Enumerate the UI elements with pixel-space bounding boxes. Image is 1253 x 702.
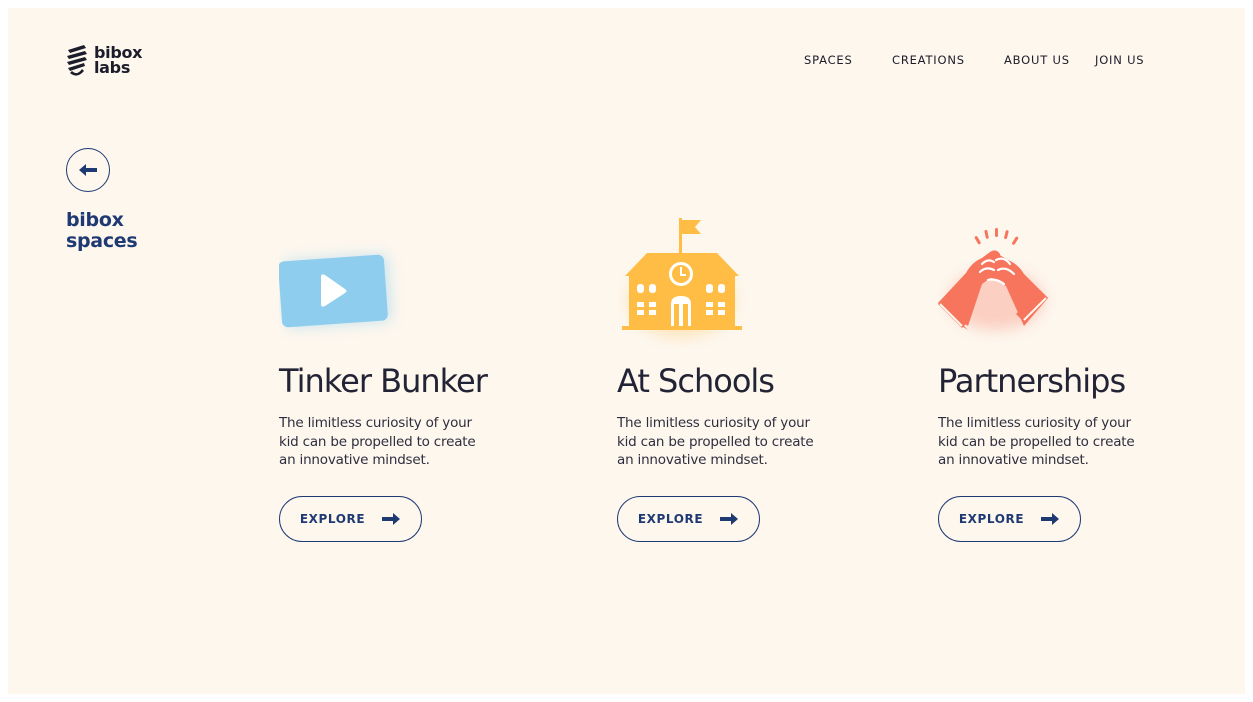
section-title: bibox spaces [66, 209, 138, 252]
card-description: The limitless curiosity of your kid can … [279, 415, 476, 468]
section-title-line-2: spaces [66, 230, 138, 252]
nav-spaces[interactable]: SPACES [804, 53, 853, 67]
main-nav: SPACES CREATIONS ABOUT US JOIN US [8, 53, 1245, 67]
arrow-right-icon [720, 513, 739, 525]
nav-join-us[interactable]: JOIN US [1095, 53, 1144, 67]
back-button[interactable] [66, 148, 110, 192]
card-description: The limitless curiosity of your kid can … [938, 415, 1135, 468]
arrow-left-icon [79, 164, 97, 176]
arrow-right-icon [1041, 513, 1060, 525]
nav-creations[interactable]: CREATIONS [892, 53, 965, 67]
arrow-right-icon [382, 513, 401, 525]
explore-button-at-schools[interactable]: EXPLORE [617, 496, 760, 542]
card-description: The limitless curiosity of your kid can … [617, 415, 814, 468]
explore-label: EXPLORE [637, 512, 704, 526]
explore-label: EXPLORE [299, 512, 366, 526]
page: bibox labs SPACES CREATIONS ABOUT US JOI… [8, 8, 1245, 694]
card-title: Tinker Bunker [279, 362, 488, 400]
explore-button-partnerships[interactable]: EXPLORE [938, 496, 1081, 542]
high-five-icon [938, 228, 1048, 330]
card-title: At Schools [617, 362, 775, 400]
nav-about-us[interactable]: ABOUT US [1004, 53, 1070, 67]
school-building-icon [622, 218, 742, 336]
card-title: Partnerships [938, 362, 1126, 400]
section-title-line-1: bibox [66, 209, 124, 231]
explore-button-tinker-bunker[interactable]: EXPLORE [279, 496, 422, 542]
play-video-icon [279, 254, 391, 328]
explore-label: EXPLORE [958, 512, 1025, 526]
